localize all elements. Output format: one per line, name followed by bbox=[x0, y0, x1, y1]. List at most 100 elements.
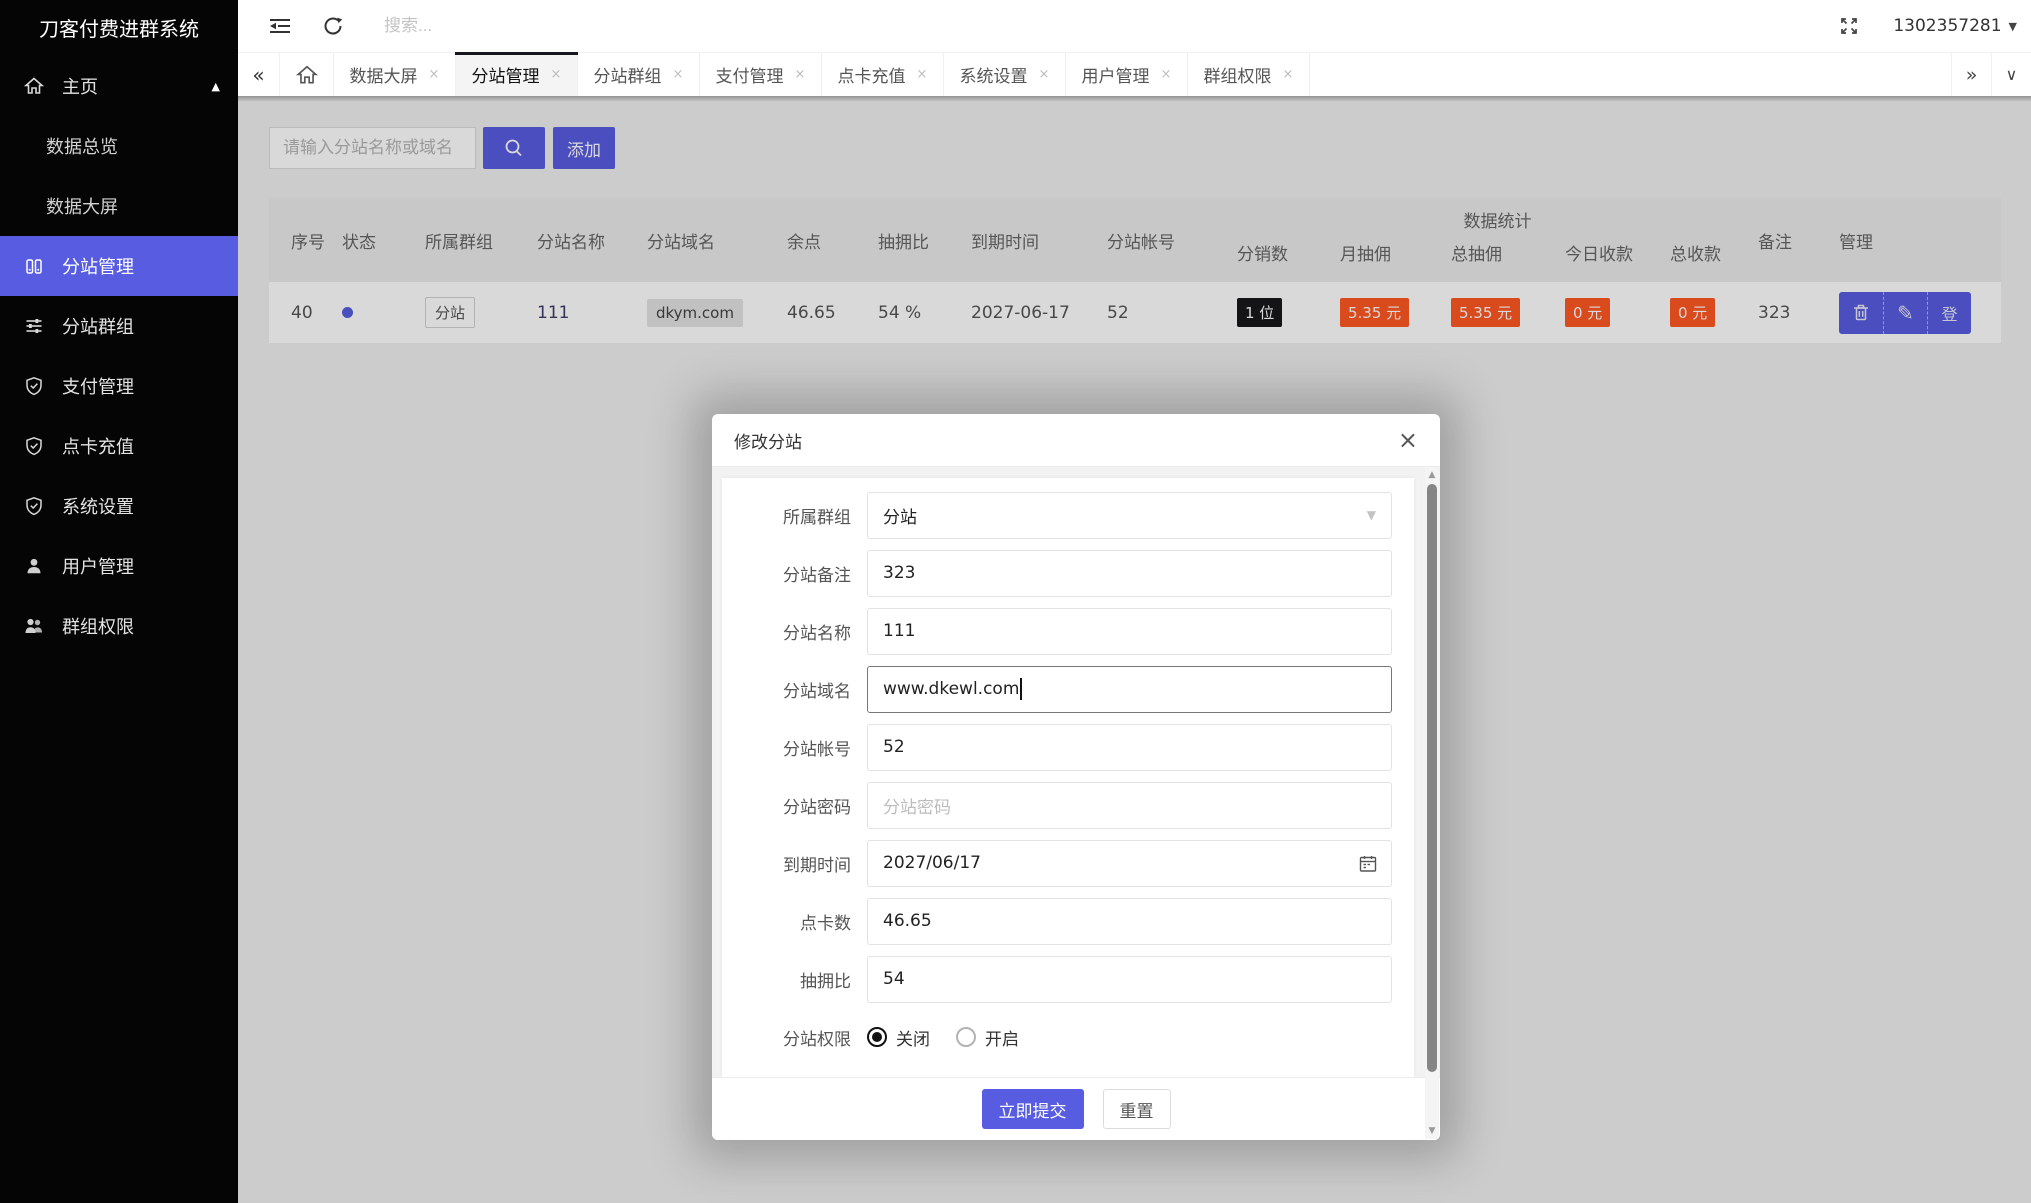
field-label: 点卡数 bbox=[800, 913, 851, 934]
tab-label: 数据大屏 bbox=[349, 67, 418, 87]
sidebar-item-label: 用户管理 bbox=[62, 557, 134, 578]
shield-check-icon bbox=[22, 434, 46, 458]
users-icon bbox=[22, 614, 46, 638]
password-field[interactable]: 分站密码 bbox=[867, 781, 1392, 829]
field-label: 抽拥比 bbox=[800, 971, 851, 992]
tabs-scroll-right-icon[interactable]: » bbox=[1951, 53, 1991, 96]
field-placeholder: 分站密码 bbox=[883, 797, 951, 818]
radio-icon bbox=[956, 1027, 976, 1047]
field-label: 分站名称 bbox=[783, 623, 851, 644]
tab-label: 支付管理 bbox=[715, 67, 784, 87]
close-icon[interactable]: × bbox=[551, 67, 562, 82]
user-icon bbox=[22, 554, 46, 578]
modal-title: 修改分站 bbox=[734, 432, 802, 453]
radio-icon bbox=[867, 1027, 887, 1047]
tab-label: 分站群组 bbox=[593, 67, 662, 87]
fullscreen-icon[interactable] bbox=[1839, 16, 1859, 36]
sidebar-item-card-recharge[interactable]: 点卡充值 bbox=[0, 416, 238, 476]
user-id: 1302357281 bbox=[1893, 16, 2002, 36]
account-field[interactable]: 52 bbox=[867, 723, 1392, 771]
tab-user-manage[interactable]: 用户管理 × bbox=[1066, 53, 1188, 96]
field-label: 分站帐号 bbox=[783, 739, 851, 760]
remark-field[interactable]: 323 bbox=[867, 549, 1392, 597]
modal-header: 修改分站 × bbox=[712, 414, 1440, 467]
modal-footer: 立即提交 重置 bbox=[712, 1077, 1440, 1140]
sidebar-item-payment-manage[interactable]: 支付管理 bbox=[0, 356, 238, 416]
topbar-search-input[interactable] bbox=[384, 16, 684, 36]
sidebar-item-data-overview[interactable]: 数据总览 bbox=[0, 116, 238, 176]
close-icon[interactable]: × bbox=[1283, 67, 1294, 82]
close-icon[interactable]: × bbox=[1398, 428, 1418, 452]
topbar-search bbox=[384, 16, 684, 36]
scrollbar-thumb[interactable] bbox=[1427, 484, 1437, 1072]
close-icon[interactable]: × bbox=[795, 67, 806, 82]
sidebar-item-substation-manage[interactable]: 分站管理 bbox=[0, 236, 238, 296]
sidebar-item-substation-group[interactable]: 分站群组 bbox=[0, 296, 238, 356]
select-value: 分站 bbox=[883, 507, 917, 528]
user-menu[interactable]: 1302357281 ▼ bbox=[1893, 16, 2017, 36]
chevron-up-icon: ▲ bbox=[211, 79, 220, 93]
field-value: 323 bbox=[883, 563, 916, 583]
tab-label: 点卡充值 bbox=[837, 67, 906, 87]
sidebar-item-label: 数据大屏 bbox=[46, 197, 118, 218]
chevron-down-icon: ▼ bbox=[1366, 508, 1376, 522]
tab-data-screen[interactable]: 数据大屏 × bbox=[334, 53, 456, 96]
tab-substation-manage[interactable]: 分站管理 × bbox=[455, 52, 578, 96]
field-value: 2027/06/17 bbox=[883, 853, 981, 873]
domain-field[interactable]: www.dkewl.com bbox=[867, 665, 1392, 713]
submit-button[interactable]: 立即提交 bbox=[981, 1089, 1084, 1129]
tabs-menu-icon[interactable]: ∨ bbox=[1991, 53, 2031, 96]
tab-substation-group[interactable]: 分站群组 × bbox=[578, 53, 700, 96]
field-value: 46.65 bbox=[883, 911, 932, 931]
tabs-scroll-left-icon[interactable]: « bbox=[238, 53, 280, 96]
tab-card-recharge[interactable]: 点卡充值 × bbox=[822, 53, 944, 96]
sidebar-item-label: 群组权限 bbox=[62, 617, 134, 638]
tab-label: 用户管理 bbox=[1081, 67, 1150, 87]
tab-payment-manage[interactable]: 支付管理 × bbox=[700, 53, 822, 96]
chevron-down-icon: ▼ bbox=[2008, 19, 2017, 33]
topbar: 1302357281 ▼ bbox=[238, 0, 2031, 52]
tab-home[interactable] bbox=[280, 53, 334, 96]
field-label: 分站备注 bbox=[783, 565, 851, 586]
tab-label: 群组权限 bbox=[1203, 67, 1272, 87]
tab-system-settings[interactable]: 系统设置 × bbox=[944, 53, 1066, 96]
field-label: 所属群组 bbox=[783, 507, 851, 528]
close-icon[interactable]: × bbox=[429, 67, 440, 82]
reset-button[interactable]: 重置 bbox=[1102, 1089, 1171, 1129]
close-icon[interactable]: × bbox=[917, 67, 928, 82]
sidebar-item-group-permission[interactable]: 群组权限 bbox=[0, 596, 238, 656]
sidebar-item-label: 数据总览 bbox=[46, 137, 118, 158]
sidebar-item-label: 分站管理 bbox=[62, 257, 134, 278]
sidebar-item-system-settings[interactable]: 系统设置 bbox=[0, 476, 238, 536]
group-select[interactable]: 分站 ▼ bbox=[867, 491, 1392, 539]
radio-label: 关闭 bbox=[896, 1029, 930, 1050]
commission-rate-field[interactable]: 54 bbox=[867, 955, 1392, 1003]
close-icon[interactable]: × bbox=[673, 67, 684, 82]
radio-label: 开启 bbox=[985, 1029, 1019, 1050]
book-icon bbox=[22, 254, 46, 278]
radio-close[interactable]: 关闭 bbox=[867, 1025, 930, 1050]
refresh-icon[interactable] bbox=[322, 15, 344, 37]
scroll-down-icon[interactable]: ▼ bbox=[1425, 1126, 1439, 1136]
card-points-field[interactable]: 46.65 bbox=[867, 897, 1392, 945]
field-value: 111 bbox=[883, 621, 916, 641]
name-field[interactable]: 111 bbox=[867, 607, 1392, 655]
close-icon[interactable]: × bbox=[1039, 67, 1050, 82]
close-icon[interactable]: × bbox=[1161, 67, 1172, 82]
expire-date-field[interactable]: 2027/06/17 bbox=[867, 839, 1392, 887]
sidebar-item-user-manage[interactable]: 用户管理 bbox=[0, 536, 238, 596]
sliders-icon bbox=[22, 314, 46, 338]
sidebar-item-data-screen[interactable]: 数据大屏 bbox=[0, 176, 238, 236]
modal-scrollbar[interactable]: ▲ ▼ bbox=[1425, 467, 1439, 1139]
field-value: 52 bbox=[883, 737, 905, 757]
radio-open[interactable]: 开启 bbox=[956, 1025, 1019, 1050]
collapse-sidebar-icon[interactable] bbox=[268, 16, 292, 36]
edit-substation-modal: 修改分站 × 所属群组 分站 ▼ 分站备注 323 分站名称 111 分站域名 bbox=[712, 414, 1440, 1140]
sidebar-item-label: 系统设置 bbox=[62, 497, 134, 518]
scroll-up-icon[interactable]: ▲ bbox=[1425, 470, 1439, 480]
tab-group-permission[interactable]: 群组权限 × bbox=[1188, 53, 1310, 96]
sidebar-item-label: 点卡充值 bbox=[62, 437, 134, 458]
shield-check-icon bbox=[22, 494, 46, 518]
shield-check-icon bbox=[22, 374, 46, 398]
sidebar-item-home[interactable]: 主页 ▲ bbox=[0, 56, 238, 116]
